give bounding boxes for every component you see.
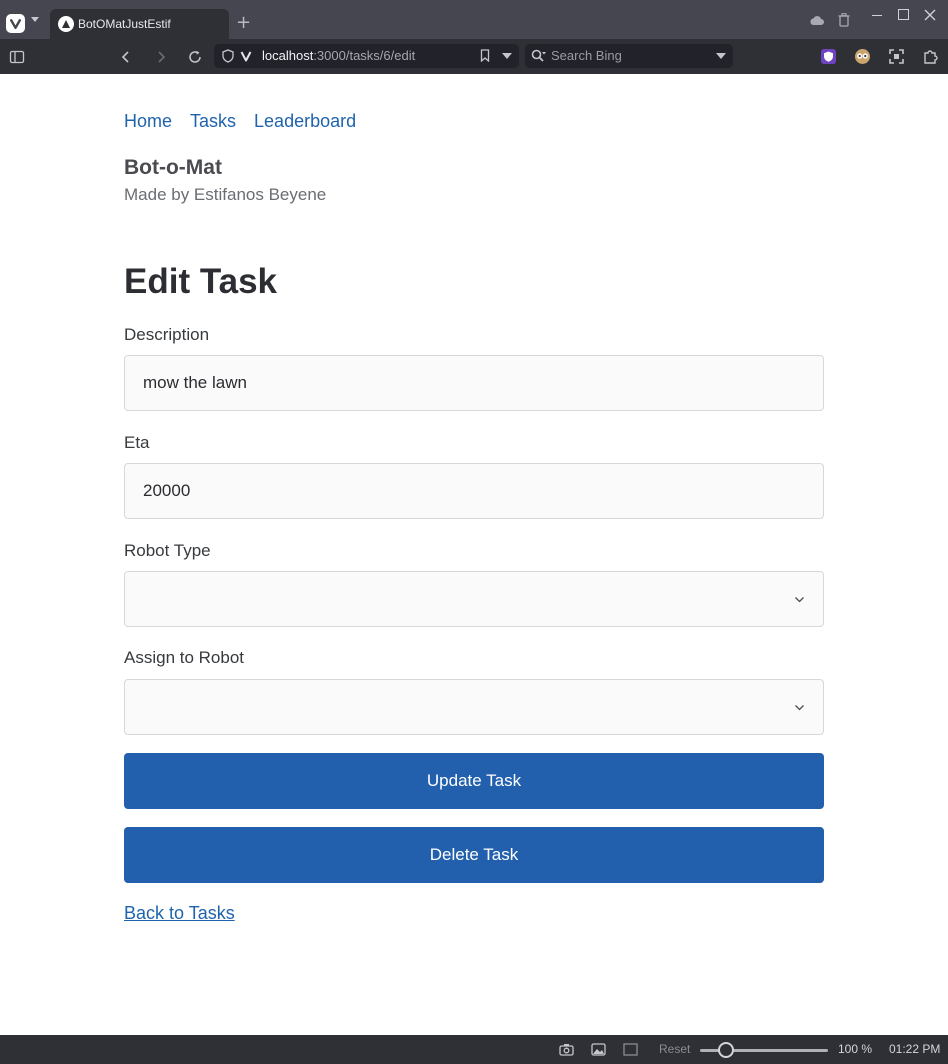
eta-label: Eta [124,433,150,452]
url-text: localhost:3000/tasks/6/edit [262,48,416,63]
vivaldi-menu-icon[interactable] [6,14,25,33]
nav-link-leaderboard[interactable]: Leaderboard [254,111,356,132]
browser-status-bar: Reset 100 % 01:22 PM [0,1035,948,1064]
capture-extension-icon[interactable] [888,48,905,65]
url-field[interactable]: localhost:3000/tasks/6/edit [214,44,519,68]
assign-robot-label: Assign to Robot [124,648,245,667]
description-input[interactable] [124,355,824,411]
chevron-down-icon [795,705,804,711]
page-tiling-icon[interactable] [623,1043,638,1056]
brand-subtitle: Made by Estifanos Beyene [124,185,327,204]
tab-favicon-icon [58,16,74,32]
search-engine-dropdown-icon[interactable] [716,53,726,59]
tab-title: BotOMatJustEstif [78,17,171,31]
panel-toggle-icon[interactable] [7,47,27,67]
chevron-down-icon [795,597,804,603]
zoom-reset-button[interactable]: Reset [659,1042,690,1056]
nav-link-home[interactable]: Home [124,111,172,132]
extensions-puzzle-icon[interactable] [922,48,939,65]
update-task-button[interactable]: Update Task [124,753,824,809]
description-label: Description [124,325,210,344]
search-icon [531,49,546,62]
zoom-slider-thumb[interactable] [717,1042,734,1058]
browser-address-bar: localhost:3000/tasks/6/edit Search Bing [0,39,948,74]
search-field[interactable]: Search Bing [525,44,733,68]
tab-menu-arrow-icon[interactable] [31,17,39,22]
top-nav: Home Tasks Leaderboard [124,111,356,132]
shield-icon[interactable] [222,49,234,63]
browser-tab-bar: BotOMatJustEstif + [0,0,948,39]
nav-link-tasks[interactable]: Tasks [190,111,236,132]
window-minimize-icon[interactable] [872,15,882,16]
forward-icon[interactable] [151,47,171,67]
robot-type-label: Robot Type [124,541,211,560]
search-placeholder: Search Bing [551,48,622,63]
browser-tab-active[interactable]: BotOMatJustEstif [50,9,229,39]
site-info-icon[interactable] [240,50,252,62]
robot-type-select[interactable] [124,571,824,627]
image-icon[interactable] [591,1043,606,1056]
page-content: Home Tasks Leaderboard Bot-o-Mat Made by… [0,74,948,1035]
owl-extension-icon[interactable] [854,48,871,65]
window-close-icon[interactable] [923,8,937,22]
privacy-extension-icon[interactable] [820,48,837,65]
brand-title: Bot-o-Mat [124,156,222,179]
new-tab-icon[interactable]: + [236,14,251,32]
cloud-sync-icon[interactable] [808,10,826,30]
camera-icon[interactable] [559,1043,574,1056]
eta-input[interactable] [124,463,824,519]
clock: 01:22 PM [889,1042,941,1056]
url-dropdown-icon[interactable] [502,53,512,59]
delete-task-button[interactable]: Delete Task [124,827,824,883]
bookmark-icon[interactable] [480,49,490,62]
back-to-tasks-link[interactable]: Back to Tasks [124,903,235,924]
back-icon[interactable] [116,47,136,67]
reload-icon[interactable] [185,47,205,67]
window-maximize-icon[interactable] [898,9,909,20]
trash-icon[interactable] [836,10,852,30]
zoom-level: 100 % [838,1042,873,1056]
page-title: Edit Task [124,262,278,301]
assign-robot-select[interactable] [124,679,824,735]
